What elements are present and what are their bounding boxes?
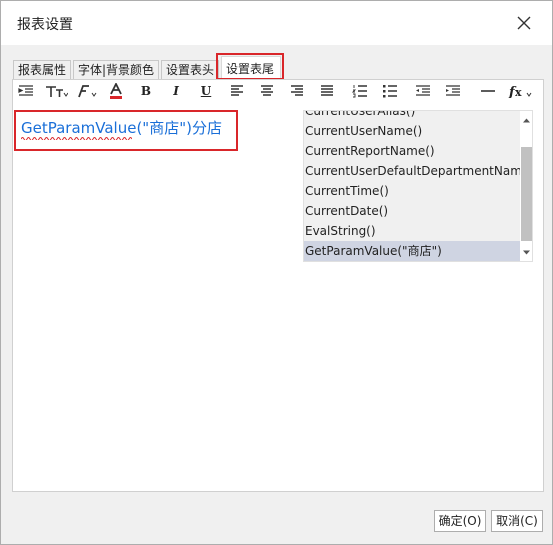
tab-label: 报表属性 [18, 63, 67, 77]
bold-icon[interactable]: B [135, 82, 157, 100]
indent-icon[interactable] [15, 82, 37, 100]
autocomplete-item[interactable]: CurrentReportName() [304, 141, 520, 161]
scroll-down-icon[interactable] [522, 248, 531, 257]
scroll-thumb[interactable] [521, 147, 532, 241]
ordered-list-icon[interactable] [349, 82, 371, 100]
align-left-icon[interactable] [226, 82, 248, 100]
autocomplete-scrollbar[interactable] [520, 111, 532, 261]
indent-more-icon[interactable] [442, 82, 464, 100]
function-icon[interactable]: fx [507, 82, 537, 100]
italic-icon[interactable]: I [165, 82, 187, 100]
close-icon[interactable] [515, 14, 533, 32]
svg-text:x: x [515, 86, 522, 98]
align-center-icon[interactable] [256, 82, 278, 100]
title-bar: 报表设置 [1, 1, 552, 45]
format-toolbar: B I U f x [13, 80, 543, 102]
report-settings-dialog: 报表设置 报表属性 字体|背景颜色 设置表头 设置表尾 B I U f x Ge… [0, 0, 553, 545]
autocomplete-item[interactable]: CurrentUserAlias() [304, 111, 520, 121]
ok-button[interactable]: 确定(O) [434, 510, 486, 532]
tab-font-background[interactable]: 字体|背景颜色 [73, 60, 159, 80]
underline-icon[interactable]: U [195, 82, 217, 100]
autocomplete-item[interactable]: CurrentTime() [304, 181, 520, 201]
scroll-up-icon[interactable] [522, 116, 531, 125]
autocomplete-list[interactable]: CurrentUserAlias() CurrentUserName() Cur… [303, 110, 533, 262]
cancel-button[interactable]: 取消(C) [491, 510, 543, 532]
tab-label: 设置表头 [166, 63, 215, 77]
tab-header-settings[interactable]: 设置表头 [161, 60, 219, 80]
tab-report-properties[interactable]: 报表属性 [13, 60, 71, 80]
autocomplete-item-selected[interactable]: GetParamValue("商店") [304, 241, 520, 261]
justify-icon[interactable] [316, 82, 338, 100]
content-highlight [14, 110, 238, 151]
autocomplete-item[interactable]: CurrentDate() [304, 201, 520, 221]
horizontal-rule-icon[interactable] [477, 82, 499, 100]
tab-label: 字体|背景颜色 [78, 63, 155, 77]
unordered-list-icon[interactable] [379, 82, 401, 100]
autocomplete-item[interactable]: CurrentUserDefaultDepartmentName() [304, 161, 520, 181]
autocomplete-item[interactable]: CurrentUserName() [304, 121, 520, 141]
font-color-icon[interactable] [105, 82, 127, 100]
italic-label: I [173, 84, 179, 98]
font-family-icon[interactable] [73, 82, 99, 100]
autocomplete-item[interactable]: EvalString() [304, 221, 520, 241]
font-size-icon[interactable] [43, 82, 69, 100]
outdent-icon[interactable] [412, 82, 434, 100]
align-right-icon[interactable] [286, 82, 308, 100]
bold-label: B [140, 84, 152, 98]
active-tab-highlight [216, 53, 284, 80]
underline-label: U [200, 84, 212, 98]
dialog-title: 报表设置 [17, 17, 73, 33]
